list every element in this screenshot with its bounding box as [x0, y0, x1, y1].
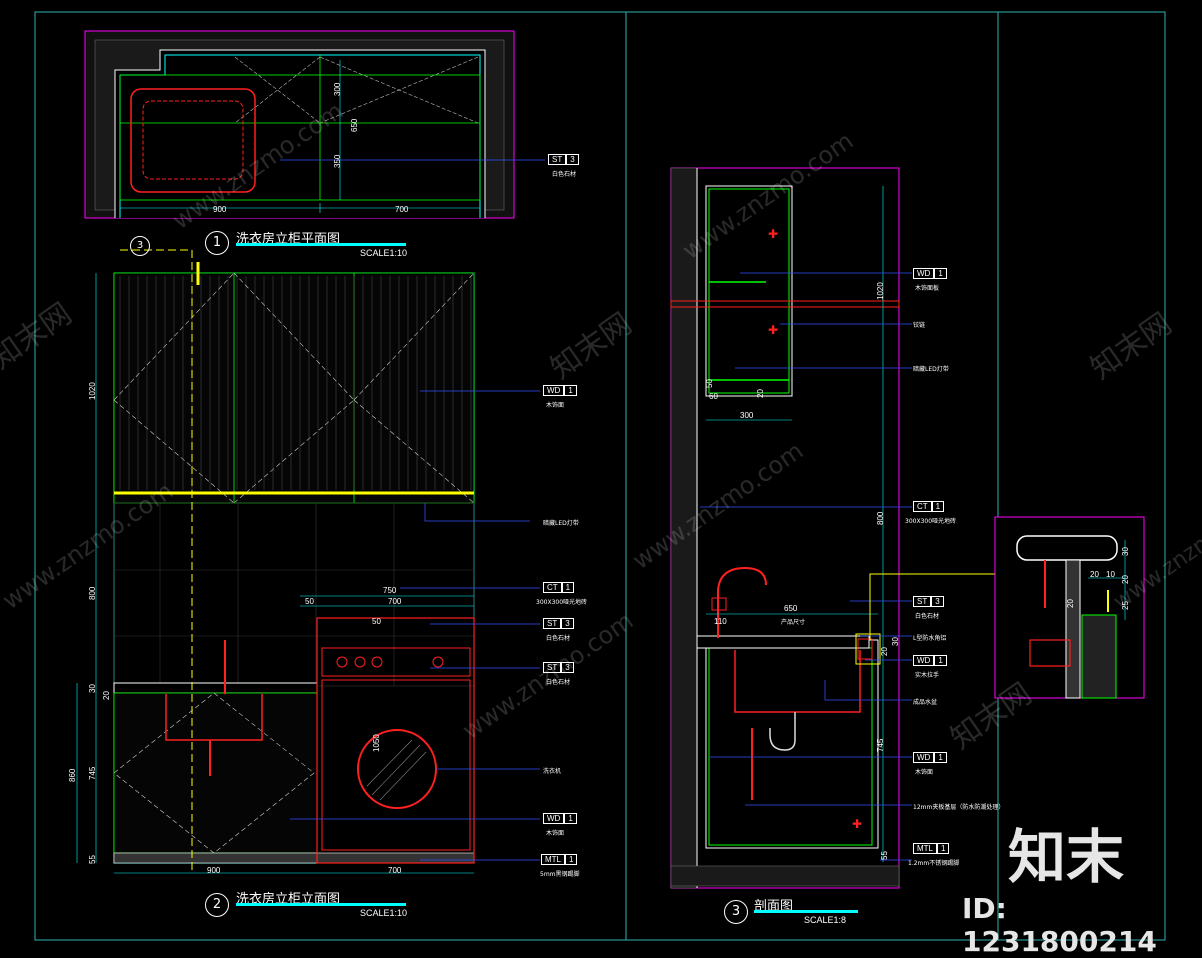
washing-machine	[316, 617, 475, 864]
svg-text:✚: ✚	[768, 227, 778, 241]
upper-cabinet-doors	[113, 272, 475, 504]
detail-dim-c: 10	[1106, 570, 1115, 579]
brand-logo: 知末	[1008, 823, 1125, 891]
cad-drawing-canvas: ✚ ✚ ✚ 知末网 www.znzmo.com www.znzmo.com ww…	[0, 11, 1202, 941]
sec-note-0: 木饰面板	[915, 285, 940, 292]
svg-text:知末网: 知末网	[1085, 306, 1179, 386]
elev-note-2: 300X300哑光地砖	[536, 599, 588, 606]
elev-tag-wd1-a: WD 1	[543, 385, 577, 396]
elev-dim-h-745: 745	[88, 766, 97, 780]
elev-dim-50a: 50	[305, 597, 314, 606]
svg-text:www.znzmo.com: www.znzmo.com	[627, 437, 808, 575]
sec-dim-h-low: 745	[876, 738, 885, 752]
elev-dim-h-20: 20	[102, 691, 111, 700]
sec-note-10: 1.2mm不锈钢踢脚	[908, 860, 960, 867]
plan-scale: SCALE1:10	[360, 248, 408, 258]
plan-dim-w2: 700	[395, 205, 409, 214]
plan-tag-st3: ST 3	[548, 154, 579, 165]
detail-dim-e: 25	[1121, 601, 1130, 610]
elev-tag-ct1: CT 1	[543, 582, 575, 593]
detail-dim-d: 20	[1121, 575, 1130, 584]
sec-tag-mtl1: MTL 1	[913, 843, 950, 854]
section-view: ✚ ✚ ✚	[670, 167, 996, 889]
elev-tag-wd1-b: WD 1	[543, 813, 577, 824]
svg-text:✚: ✚	[768, 323, 778, 337]
elev-tag-st3-b: ST 3	[543, 662, 574, 673]
elevation-view	[76, 249, 540, 874]
sec-dim-h-top: 1020	[876, 282, 885, 300]
plan-title-underline	[236, 243, 406, 246]
elev-note-6: 木饰面	[546, 830, 565, 837]
elev-dim-h-55: 55	[88, 855, 97, 864]
sec-tag-ct1: CT 1	[913, 501, 945, 512]
sec-dim-h-20: 20	[880, 647, 889, 656]
plan-tag-note: 白色石材	[552, 171, 577, 178]
sec-dim-product: 产品尺寸	[781, 619, 806, 626]
image-id: ID: 1231800214	[962, 892, 1157, 958]
section-title-underline	[754, 910, 858, 913]
sec-note-2: 暗藏LED灯带	[913, 366, 949, 373]
elevation-scale: SCALE1:10	[360, 908, 408, 918]
sec-tag-wd1-c: WD 1	[913, 752, 947, 763]
sec-note-9: 12mm夹板基层（防水防潮处理）	[913, 804, 1005, 811]
elev-note-4: 白色石材	[546, 679, 571, 686]
elev-dim-h-low: 860	[68, 768, 77, 782]
elev-note-1: 暗藏LED灯带	[543, 520, 579, 527]
elev-note-7: 5mm黑钢踢脚	[540, 871, 580, 878]
detail-dim-b: 20	[1090, 570, 1099, 579]
elev-tag-st3-a: ST 3	[543, 618, 574, 629]
section-number: 3	[724, 900, 748, 924]
sec-note-3: 300X300哑光地砖	[905, 518, 957, 525]
sec-tag-st3: ST 3	[913, 596, 944, 607]
sec-note-8: 木饰面	[915, 769, 934, 776]
sec-dim-h-55: 55	[880, 851, 889, 860]
sec-dim-w-20: 20	[756, 389, 765, 398]
sec-dim-w-50: 50	[705, 379, 714, 388]
plan-dim-w1: 900	[213, 205, 227, 214]
sec-tag-wd1-b: WD 1	[913, 655, 947, 666]
elevation-title-underline	[236, 903, 406, 906]
plan-number: 1	[205, 231, 229, 255]
sec-tag-wd1-a: WD 1	[913, 268, 947, 279]
plan-dim-d3: 350	[333, 154, 342, 168]
elev-dim-50b: 50	[372, 617, 381, 626]
elev-note-3: 白色石材	[546, 635, 571, 642]
plan-dim-d1: 300	[333, 82, 342, 96]
elev-dim-w2: 700	[388, 866, 402, 875]
sec-dim-w-110: 110	[714, 617, 727, 626]
elev-dim-750: 750	[383, 586, 397, 595]
sec-dim-h-30: 30	[891, 637, 900, 646]
svg-text:知末网: 知末网	[545, 306, 639, 386]
elev-dim-h-mid: 800	[88, 586, 97, 600]
sec-note-5: L型防水角铝	[913, 635, 947, 642]
section-marker: 3	[130, 236, 150, 256]
sec-note-4: 白色石材	[915, 613, 940, 620]
elev-dim-1050: 1050	[372, 734, 381, 752]
sec-dim-w-60: 60	[709, 392, 718, 401]
section-scale: SCALE1:8	[804, 915, 847, 925]
plan-dim-d2: 650	[350, 118, 359, 132]
detail-dim-f: 20	[1066, 599, 1075, 608]
elev-tag-mtl1: MTL 1	[541, 854, 578, 865]
elev-dim-h-top: 1020	[88, 382, 97, 400]
elev-dim-w1: 900	[207, 866, 221, 875]
sec-dim-w-650: 650	[784, 604, 798, 613]
sec-note-7: 成品水盆	[913, 699, 938, 706]
elev-note-0: 木饰面	[546, 402, 565, 409]
detail-dim-a: 30	[1121, 547, 1130, 556]
elev-note-5: 洗衣机	[543, 768, 562, 775]
sec-dim-h-mid: 800	[876, 511, 885, 525]
svg-text:✚: ✚	[852, 817, 862, 831]
sec-note-6: 实木拉手	[915, 672, 940, 679]
svg-text:知末网: 知末网	[0, 296, 78, 376]
elev-dim-h-30: 30	[88, 684, 97, 693]
sec-dim-w-300: 300	[740, 411, 754, 420]
svg-text:www.znzmo.com: www.znzmo.com	[677, 127, 858, 265]
elevation-number: 2	[205, 893, 229, 917]
svg-text:知末网: 知末网	[945, 676, 1039, 756]
backsplash	[113, 502, 475, 687]
sec-note-1: 铰链	[913, 322, 926, 329]
elev-dim-700: 700	[388, 597, 402, 606]
